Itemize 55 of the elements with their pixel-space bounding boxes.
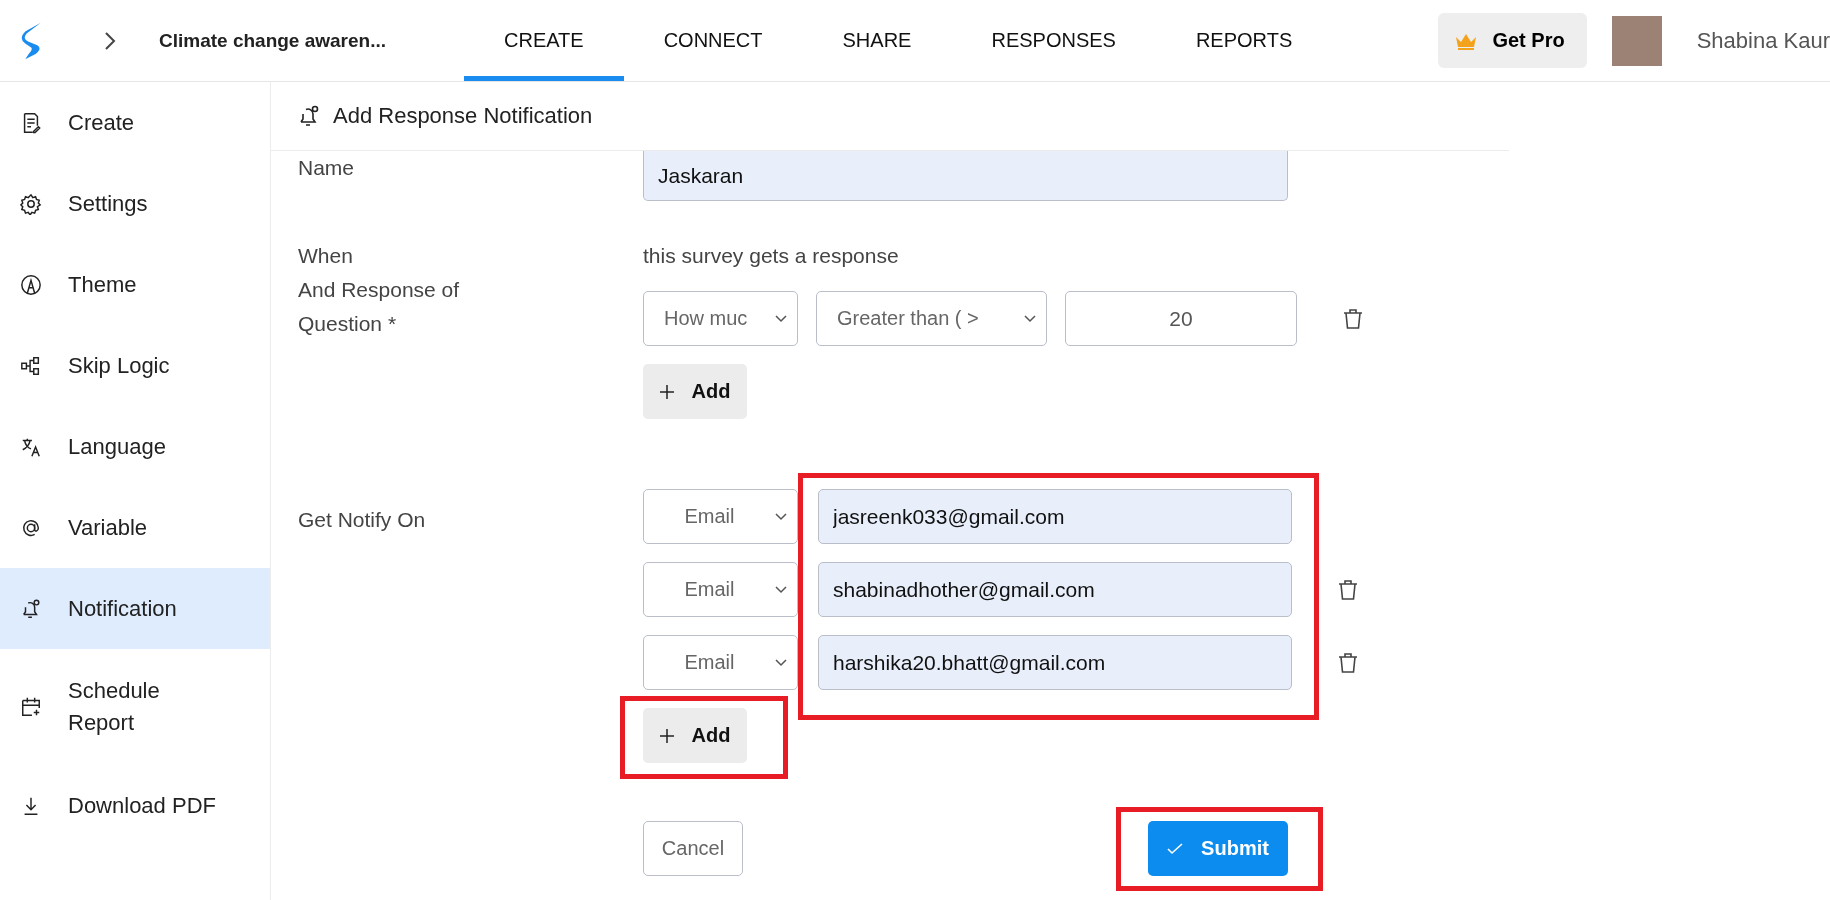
chevron-down-icon xyxy=(774,658,787,667)
settings-icon xyxy=(20,192,42,215)
nav-tab[interactable]: CREATE xyxy=(464,0,624,81)
name-input-field[interactable]: Jaskaran xyxy=(643,151,1288,201)
get-pro-button[interactable]: Get Pro xyxy=(1438,13,1587,68)
email-input-field[interactable]: shabinadhother@gmail.com xyxy=(818,562,1292,617)
chevron-down-icon xyxy=(774,512,787,521)
avatar-photo-placeholder[interactable] xyxy=(1611,15,1662,66)
sidebar-item[interactable]: Create xyxy=(0,82,270,163)
field-label: Get Notify On xyxy=(298,507,427,533)
channel-select[interactable]: Email xyxy=(643,562,798,617)
sidebar-item[interactable]: Schedule Report xyxy=(0,649,270,765)
add-recipient-button[interactable]: Add xyxy=(643,708,747,763)
trigger-text: this survey gets a response xyxy=(643,243,900,269)
nav-tab[interactable]: RESPONSES xyxy=(951,0,1156,81)
panel-title: Add Response Notification xyxy=(333,103,593,129)
checkmark-icon xyxy=(1167,842,1184,855)
chevron-down-icon xyxy=(1024,314,1036,323)
sidebar-item[interactable]: Theme xyxy=(0,244,270,325)
bell-icon xyxy=(297,104,321,128)
user-name[interactable]: Shabina Kaur xyxy=(1696,27,1830,54)
cancel-button[interactable]: Cancel xyxy=(643,821,743,876)
plus-icon xyxy=(659,384,674,399)
trash-icon[interactable] xyxy=(1341,306,1365,331)
nav-tab[interactable]: REPORTS xyxy=(1155,0,1333,81)
value-input-field[interactable]: 20 xyxy=(1065,291,1297,346)
operator-select[interactable]: Greater than ( > xyxy=(816,291,1047,346)
nav-tab[interactable]: SHARE xyxy=(802,0,952,81)
calendar-icon xyxy=(20,696,42,718)
trash-icon[interactable] xyxy=(1336,650,1360,675)
plus-icon xyxy=(659,728,674,743)
trash-icon[interactable] xyxy=(1336,577,1360,602)
channel-select[interactable]: Email xyxy=(643,489,798,544)
letter-a-circle-icon xyxy=(20,273,42,296)
flow-icon xyxy=(20,354,42,377)
email-input-field[interactable]: jasreenk033@gmail.com xyxy=(818,489,1292,544)
sidebar-item[interactable]: Variable xyxy=(0,487,270,568)
field-label: Name xyxy=(298,155,356,181)
field-label: When xyxy=(298,243,354,269)
email-input-field[interactable]: harshika20.bhatt@gmail.com xyxy=(818,635,1292,690)
sidebar-item[interactable]: Settings xyxy=(0,163,270,244)
chevron-right-icon[interactable] xyxy=(104,30,116,51)
add-condition-button[interactable]: Add xyxy=(643,364,747,419)
field-label: And Response of Question * xyxy=(298,277,461,337)
sidebar-item[interactable]: Download PDF xyxy=(0,765,270,846)
survey-title: Climate change awaren... xyxy=(159,29,388,52)
nav-tab[interactable]: CONNECT xyxy=(623,0,803,81)
sidebar-item[interactable]: Skip Logic xyxy=(0,325,270,406)
chevron-down-icon xyxy=(775,314,787,323)
question-select[interactable]: How muc xyxy=(643,291,798,346)
sidebar-item[interactable]: Notification xyxy=(0,568,270,649)
chevron-down-icon xyxy=(774,585,787,594)
sidebar-item[interactable]: Language xyxy=(0,406,270,487)
channel-select[interactable]: Email xyxy=(643,635,798,690)
bell-icon xyxy=(20,597,42,620)
